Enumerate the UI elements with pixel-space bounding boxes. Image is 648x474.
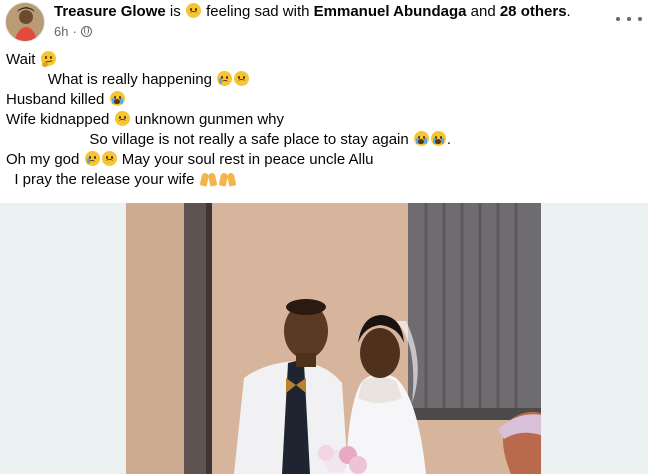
dot-icon [638, 17, 642, 21]
more-options-button[interactable] [616, 10, 642, 28]
tagged-joiner: and [470, 3, 496, 20]
author-name[interactable]: Treasure Glowe [54, 3, 166, 20]
line-text: I pray the release your wife [14, 171, 199, 188]
sad-face-icon [114, 111, 130, 126]
crying-face-icon [217, 71, 233, 86]
post-text-line: Oh my god May your soul rest in peace un… [6, 150, 451, 170]
post-text-line: Wait [6, 50, 451, 70]
feeling-text: feeling sad with [206, 3, 310, 20]
tagged-suffix: . [566, 3, 571, 20]
post-text-line: What is really happening [6, 70, 451, 90]
sad-face-icon [185, 3, 201, 18]
loudly-crying-face-icon [413, 131, 429, 146]
thinking-face-icon [40, 51, 56, 67]
post-text-line: I pray the release your wife [6, 170, 451, 190]
time-separator: · [72, 24, 77, 39]
line-text: Oh my god [6, 151, 84, 168]
post-body-text: Wait What is really happening Husband ki… [6, 50, 451, 190]
globe-icon[interactable] [80, 26, 92, 37]
line-text: Husband killed [6, 91, 109, 108]
line-text: So village is not really a safe place to… [89, 131, 413, 148]
line-text-after: unknown gunmen why [130, 111, 285, 128]
sad-face-icon [234, 71, 250, 86]
feeling-prefix: is [169, 3, 181, 20]
sad-face-icon [101, 151, 117, 166]
line-text: Wife kidnapped [6, 111, 114, 128]
post-photo[interactable] [126, 203, 541, 474]
folded-hands-icon [199, 171, 217, 187]
line-text-after: . [446, 131, 452, 148]
folded-hands-icon [218, 171, 236, 187]
post-headline: Treasure Glowe is feeling sad with Emman… [54, 3, 571, 21]
line-text: Wait [6, 51, 40, 68]
author-avatar[interactable] [5, 2, 45, 42]
dot-icon [627, 17, 631, 21]
post-header: Treasure Glowe is feeling sad with Emman… [0, 0, 648, 46]
tagged-others-link[interactable]: 28 others [500, 3, 567, 20]
post-text-line: So village is not really a safe place to… [6, 130, 451, 150]
post-meta: 6h · [54, 24, 92, 39]
loudly-crying-face-icon [430, 131, 446, 146]
post-text-line: Husband killed [6, 90, 451, 110]
line-text: What is really happening [47, 71, 217, 88]
post-text-line: Wife kidnapped unknown gunmen why [6, 110, 451, 130]
crying-face-icon [84, 151, 100, 166]
loudly-crying-face-icon [109, 91, 125, 106]
line-text-after: May your soul rest in peace uncle Allu [117, 151, 374, 168]
dot-icon [616, 17, 620, 21]
tagged-person-link[interactable]: Emmanuel Abundaga [314, 3, 467, 20]
photo-container [0, 203, 648, 474]
post-time[interactable]: 6h [54, 24, 68, 39]
